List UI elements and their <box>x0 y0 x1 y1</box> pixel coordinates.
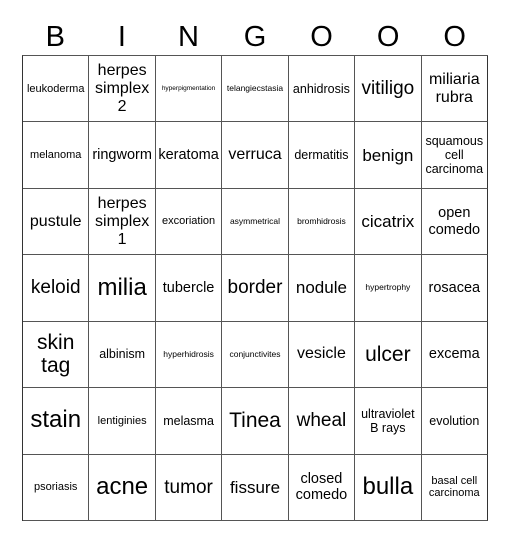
header-letter: O <box>310 21 333 53</box>
bingo-cell[interactable]: melanoma <box>23 122 90 189</box>
bingo-cell[interactable]: telangiecstasia <box>222 56 289 123</box>
bingo-cell[interactable]: melasma <box>155 388 223 455</box>
bingo-cell[interactable]: asymmetrical <box>222 188 289 256</box>
bingo-cell[interactable]: basal cell carcinoma <box>421 454 488 521</box>
bingo-cell[interactable]: vitiligo <box>355 56 422 123</box>
bingo-cell[interactable]: ringworm <box>89 122 156 189</box>
bingo-cell[interactable]: milia <box>89 255 156 322</box>
bingo-cell[interactable]: fissure <box>222 454 289 521</box>
bingo-cell[interactable]: excoriation <box>155 188 223 256</box>
bingo-cell[interactable]: benign <box>355 122 422 189</box>
bingo-cell[interactable]: acne <box>89 454 156 521</box>
bingo-cell[interactable]: stain <box>23 388 90 455</box>
bingo-cell[interactable]: hyperpigmentation <box>155 56 223 123</box>
header-letter: O <box>376 21 400 53</box>
bingo-cell[interactable]: vesicle <box>288 321 356 389</box>
bingo-cell[interactable]: hypertrophy <box>355 255 422 322</box>
bingo-cell[interactable]: open comedo <box>421 188 488 256</box>
bingo-cell[interactable]: ultraviolet B rays <box>355 388 422 455</box>
bingo-cell[interactable]: albinism <box>89 321 156 389</box>
bingo-cell[interactable]: miliaria rubra <box>421 56 488 123</box>
header-letter: B <box>45 21 65 53</box>
bingo-cell[interactable]: dermatitis <box>288 122 356 189</box>
bingo-cell[interactable]: skin tag <box>23 321 90 389</box>
bingo-cell[interactable]: bromhidrosis <box>288 188 356 256</box>
bingo-cell[interactable]: lentiginies <box>89 388 156 455</box>
bingo-cell[interactable]: wheal <box>288 388 356 455</box>
bingo-cell[interactable]: evolution <box>421 388 488 455</box>
header-letter: O <box>443 21 466 53</box>
bingo-cell[interactable]: nodule <box>288 255 356 322</box>
bingo-cell[interactable]: bulla <box>355 454 422 521</box>
header-letter: N <box>177 21 199 53</box>
bingo-cell[interactable]: border <box>222 255 289 322</box>
header-letter: I <box>117 21 126 53</box>
bingo-cell[interactable]: psoriasis <box>23 454 90 521</box>
bingo-cell[interactable]: cicatrix <box>355 188 422 256</box>
bingo-cell[interactable]: leukoderma <box>23 56 90 123</box>
bingo-header: B I N G O O O <box>22 20 488 54</box>
bingo-cell[interactable]: closed comedo <box>288 454 356 521</box>
bingo-cell[interactable]: anhidrosis <box>288 56 356 123</box>
header-letter: G <box>243 21 267 53</box>
bingo-cell[interactable]: tubercle <box>155 255 223 322</box>
bingo-cell[interactable]: rosacea <box>421 255 488 322</box>
bingo-cell[interactable]: keloid <box>23 255 90 322</box>
bingo-cell[interactable]: herpes simplex 2 <box>89 56 156 123</box>
bingo-cell[interactable]: herpes simplex 1 <box>89 188 156 256</box>
bingo-card: leukoderma herpes simplex 2 hyperpigment… <box>22 55 488 521</box>
bingo-cell[interactable]: verruca <box>222 122 289 189</box>
bingo-cell[interactable]: ulcer <box>355 321 422 389</box>
bingo-cell[interactable]: Tinea <box>222 388 289 455</box>
bingo-cell[interactable]: squamous cell carcinoma <box>421 122 488 189</box>
bingo-cell[interactable]: conjunctivites <box>222 321 289 389</box>
bingo-cell[interactable]: tumor <box>155 454 223 521</box>
bingo-cell[interactable]: excema <box>421 321 488 389</box>
bingo-cell[interactable]: hyperhidrosis <box>155 321 223 389</box>
bingo-cell[interactable]: keratoma <box>155 122 223 189</box>
bingo-cell[interactable]: pustule <box>23 188 90 256</box>
